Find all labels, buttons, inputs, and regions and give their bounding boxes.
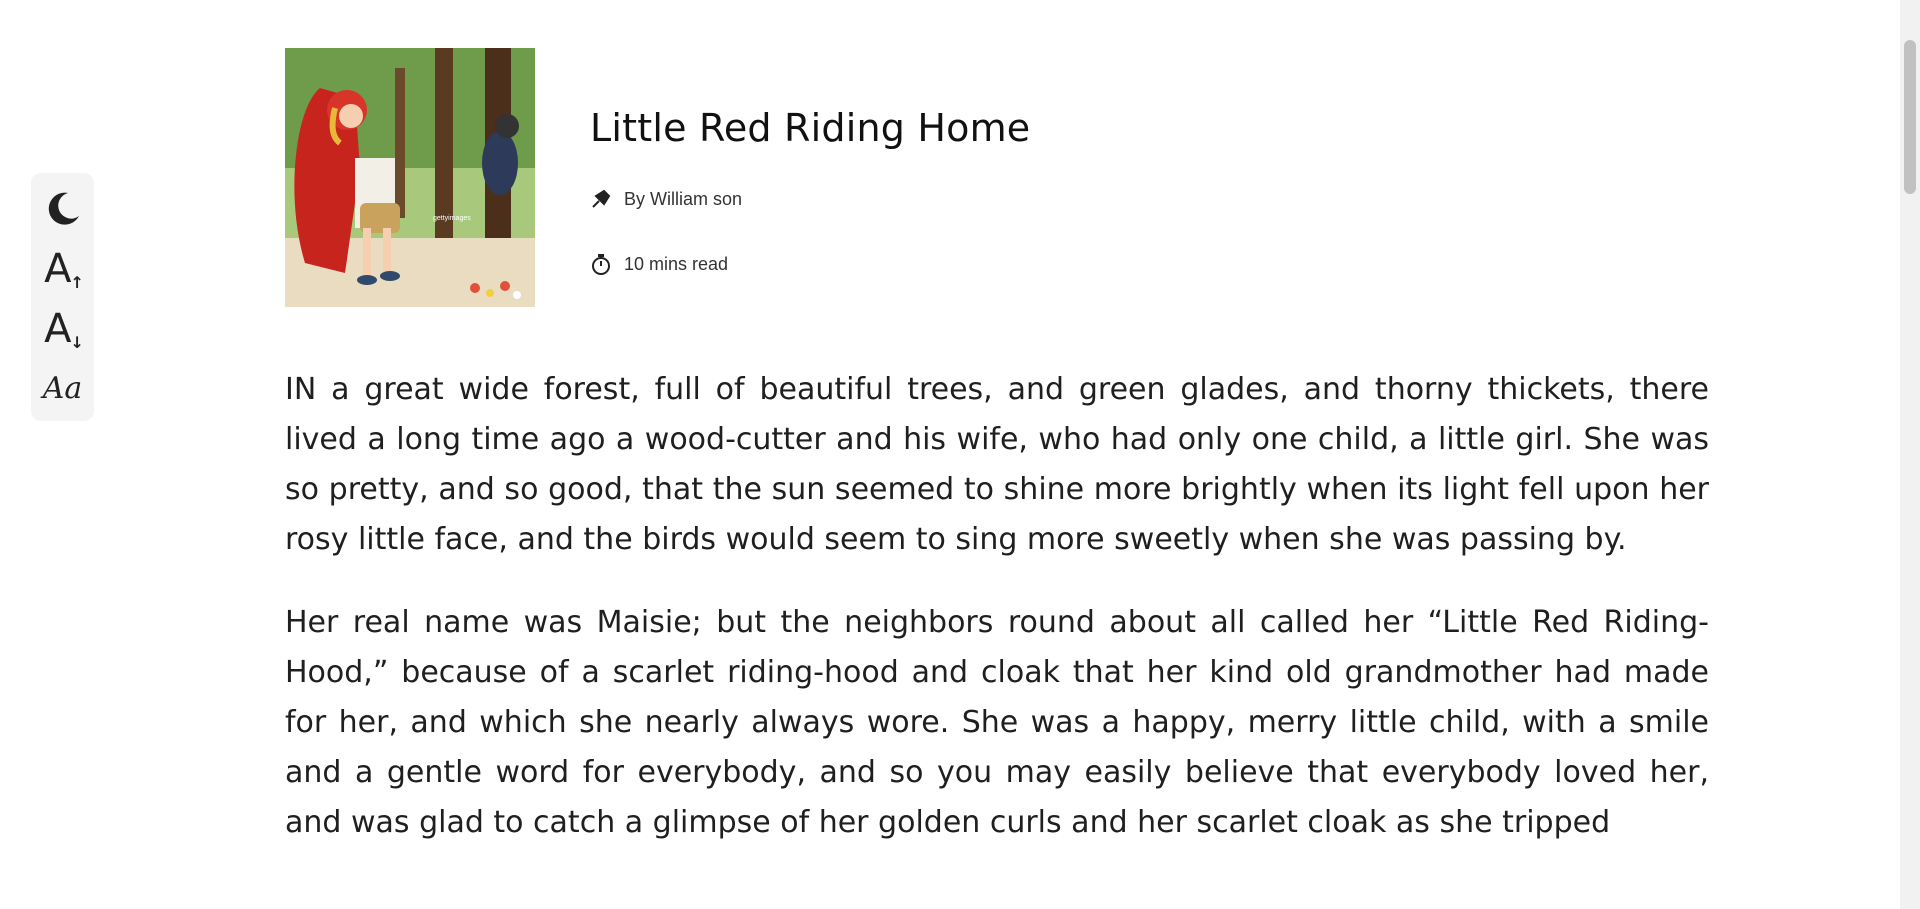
font-size-down-icon: A↓ xyxy=(44,306,84,352)
decrease-font-size[interactable]: A↓ xyxy=(35,299,91,359)
increase-font-size[interactable]: A↑ xyxy=(35,239,91,299)
story-meta: Little Red Riding Home By William son 10… xyxy=(590,48,1030,276)
watermark: gettyimages xyxy=(433,215,471,222)
scrollbar-thumb[interactable] xyxy=(1904,40,1916,194)
change-font-family[interactable]: Aa xyxy=(35,359,91,419)
author-row: By William son xyxy=(590,188,1030,210)
stopwatch-icon xyxy=(592,254,610,275)
story-cover-image: gettyimages xyxy=(285,48,535,307)
story-header: gettyimages Little Red Riding Home By Wi… xyxy=(285,48,1709,307)
reader-page: A↑ A↓ Aa gettyimages Little Red Riding H… xyxy=(0,0,1920,909)
read-time: 10 mins read xyxy=(624,253,729,274)
story-article: gettyimages Little Red Riding Home By Wi… xyxy=(285,48,1709,881)
moon-icon xyxy=(48,192,79,225)
dark-mode-toggle[interactable] xyxy=(35,179,91,239)
reader-toolbar: A↑ A↓ Aa xyxy=(31,173,94,421)
font-family-icon: Aa xyxy=(42,371,83,406)
read-time-row: 10 mins read xyxy=(590,252,1030,276)
story-body: IN a great wide forest, full of beautifu… xyxy=(285,365,1709,848)
story-paragraph: Her real name was Maisie; but the neighb… xyxy=(285,605,1709,840)
font-size-up-icon: A↑ xyxy=(44,246,84,292)
author-name: By William son xyxy=(624,188,743,209)
page-scrollbar[interactable] xyxy=(1900,0,1920,909)
pen-icon xyxy=(592,189,611,208)
cover-illustration: gettyimages xyxy=(285,48,535,307)
story-paragraph: IN a great wide forest, full of beautifu… xyxy=(285,372,1709,557)
story-title: Little Red Riding Home xyxy=(590,106,1031,150)
